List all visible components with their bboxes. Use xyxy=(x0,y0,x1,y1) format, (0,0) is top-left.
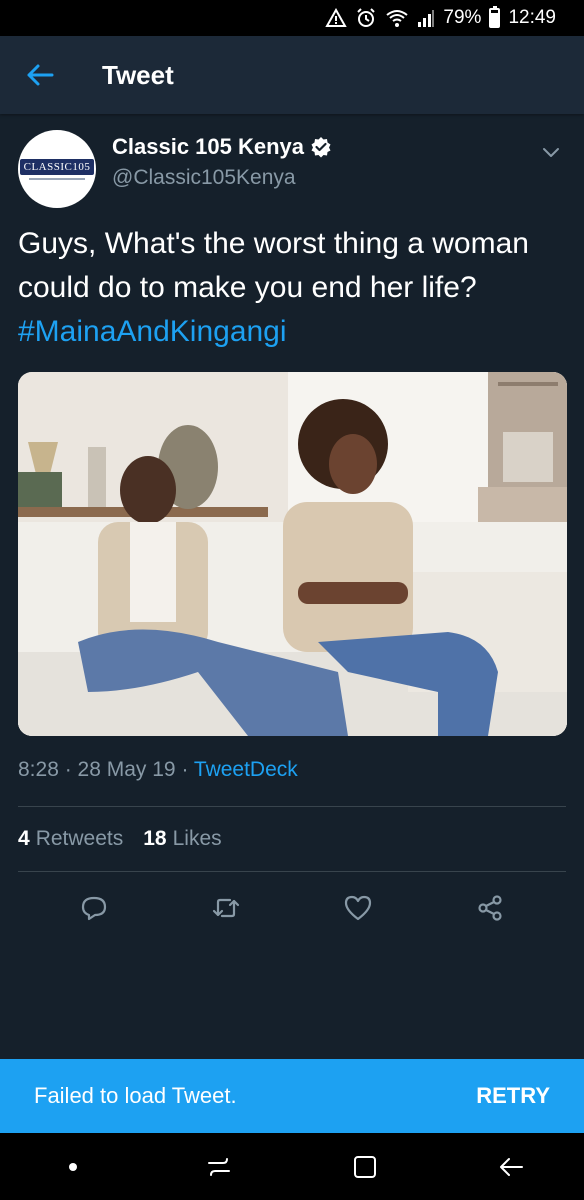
like-button[interactable] xyxy=(336,886,380,930)
tweet-options-button[interactable] xyxy=(536,138,566,168)
author-info[interactable]: Classic 105 Kenya @Classic105Kenya xyxy=(112,130,332,190)
battery-fill xyxy=(491,13,499,26)
verified-badge-icon xyxy=(311,137,331,158)
status-bar: 79% 12:49 xyxy=(0,0,584,36)
home-icon xyxy=(354,1155,376,1178)
tweet-stats: 4 Retweets 18 Likes xyxy=(18,807,566,871)
status-time: 12:49 xyxy=(508,7,556,28)
chevron-down-icon xyxy=(543,148,559,157)
likes-count: 18 xyxy=(143,827,167,850)
tweet-media-image[interactable] xyxy=(18,372,567,736)
likes-label: Likes xyxy=(172,827,222,850)
retweet-icon xyxy=(212,898,240,918)
hashtag-link[interactable]: #MainaAndKingangi xyxy=(18,315,287,348)
home-button[interactable] xyxy=(335,1137,395,1197)
battery-icon xyxy=(489,6,501,28)
wifi-icon xyxy=(385,7,409,29)
tweet-time: 8:28 xyxy=(18,758,59,781)
avatar-logo-tagline xyxy=(29,177,85,180)
share-icon xyxy=(478,895,502,921)
tweet-actions xyxy=(18,872,566,944)
alarm-icon xyxy=(355,7,377,29)
author-name-row: Classic 105 Kenya xyxy=(112,134,332,160)
tweet-date: 28 May 19 xyxy=(77,758,176,781)
author-handle: @Classic105Kenya xyxy=(112,166,296,189)
signal-icon xyxy=(417,7,435,29)
snackbar-message: Failed to load Tweet. xyxy=(34,1083,237,1108)
share-button[interactable] xyxy=(468,886,512,930)
avatar-logo: CLASSIC105 xyxy=(19,158,95,175)
author-name: Classic 105 Kenya xyxy=(112,134,305,159)
couple-photo-illustration xyxy=(18,372,567,736)
nav-dot-button[interactable] xyxy=(43,1137,103,1197)
arrow-left-icon xyxy=(27,64,54,86)
avatar[interactable]: CLASSIC105 xyxy=(18,130,96,208)
recent-apps-icon xyxy=(208,1157,230,1176)
retweets-label: Retweets xyxy=(35,827,124,850)
dot-icon xyxy=(69,1162,77,1171)
error-snackbar: Failed to load Tweet. RETRY xyxy=(0,1059,584,1133)
retweet-button[interactable] xyxy=(204,886,248,930)
reply-button[interactable] xyxy=(72,886,116,930)
meta-separator: · xyxy=(58,758,78,781)
back-button[interactable] xyxy=(0,36,80,114)
system-back-button[interactable] xyxy=(481,1137,541,1197)
like-icon xyxy=(344,895,372,921)
likes-stat[interactable]: 18 Likes xyxy=(143,827,221,851)
tweet-source-link[interactable]: TweetDeck xyxy=(194,758,298,781)
tweet-body-text: Guys, What's the worst thing a woman cou… xyxy=(18,227,529,304)
system-nav-bar xyxy=(0,1133,584,1200)
page-title: Tweet xyxy=(102,59,174,90)
tweet-meta: 8:28 · 28 May 19 · TweetDeck xyxy=(18,758,566,788)
app-header: Tweet xyxy=(0,36,584,114)
tweet-text: Guys, What's the worst thing a woman cou… xyxy=(18,222,566,354)
tweet: CLASSIC105 Classic 105 Kenya @Classic105… xyxy=(0,114,584,944)
warning-icon xyxy=(325,7,348,29)
retweets-stat[interactable]: 4 Retweets xyxy=(18,827,123,851)
retweets-count: 4 xyxy=(18,827,30,850)
back-icon xyxy=(500,1157,523,1176)
tweet-author-row: CLASSIC105 Classic 105 Kenya @Classic105… xyxy=(18,114,566,218)
battery-percent: 79% xyxy=(443,7,482,28)
reply-icon xyxy=(81,896,107,921)
meta-separator: · xyxy=(175,758,194,781)
recent-apps-button[interactable] xyxy=(189,1137,249,1197)
retry-button[interactable]: RETRY xyxy=(476,1083,550,1109)
